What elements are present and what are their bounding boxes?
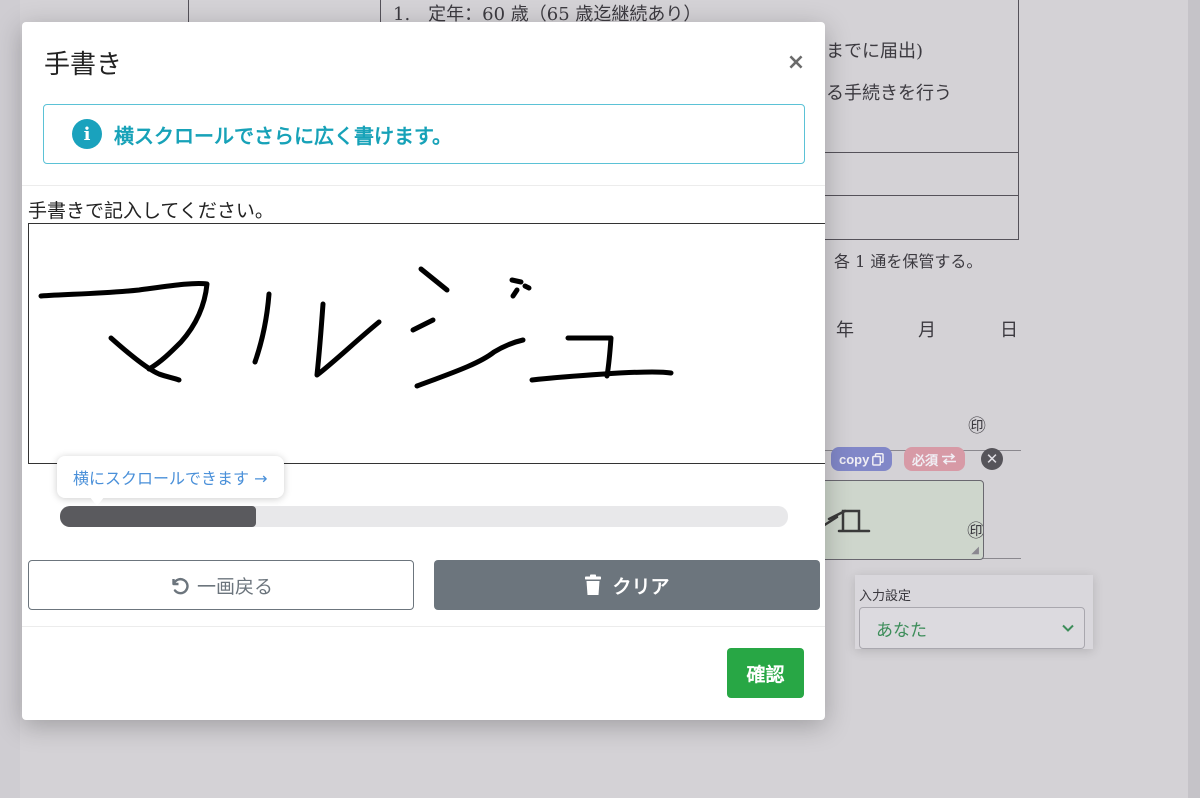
input-settings-panel: 入力設定 あなた — [855, 575, 1093, 649]
handwriting-modal: 手書き × i 横スクロールでさらに広く書けます。 手書きで記入してください。 — [22, 22, 825, 720]
clear-label: クリア — [612, 575, 670, 598]
copy-tag[interactable]: copy — [831, 447, 893, 471]
doc-table-line — [825, 152, 1019, 153]
close-icon[interactable]: × — [784, 50, 808, 75]
trash-icon — [585, 574, 602, 595]
doc-text-year: 年 — [836, 320, 854, 341]
doc-table-line — [825, 239, 1019, 240]
divider — [22, 626, 825, 627]
canvas-label: 手書きで記入してください。 — [28, 200, 274, 222]
signature-preview — [817, 497, 871, 533]
input-settings-select[interactable]: あなた — [859, 607, 1085, 649]
doc-text-notify: までに届出) — [826, 41, 924, 62]
handwriting-canvas[interactable] — [28, 223, 825, 464]
doc-table-line — [1018, 0, 1019, 240]
swap-icon — [942, 453, 957, 465]
undo-icon — [172, 577, 189, 595]
doc-text-day: 日 — [1000, 320, 1018, 341]
required-tag[interactable]: 必須 — [904, 447, 966, 471]
chevron-down-icon — [1062, 624, 1074, 632]
copy-icon — [872, 452, 885, 466]
signature-field[interactable]: ㊞ ◢ — [808, 480, 984, 560]
remove-field-icon[interactable]: ✕ — [981, 448, 1003, 470]
signature-seal-mark: ㊞ — [967, 521, 984, 542]
background-page-edge — [1188, 0, 1200, 798]
undo-stroke-button[interactable]: 一画戻る — [28, 560, 414, 610]
info-alert-text: 横スクロールでさらに広く書けます。 — [114, 123, 452, 148]
doc-text-keep-copy: 、各 1 通を保管する。 — [818, 252, 983, 271]
info-icon: i — [72, 119, 102, 149]
divider — [22, 185, 825, 186]
tooltip-arrow — [89, 496, 105, 506]
input-settings-value: あなた — [876, 620, 927, 640]
doc-text-procedure: る手続きを行う — [826, 83, 952, 104]
copy-tag-label: copy — [839, 451, 870, 467]
horizontal-scroll-thumb[interactable] — [60, 506, 256, 527]
clear-button[interactable]: クリア — [434, 560, 820, 610]
resize-grip-icon[interactable]: ◢ — [971, 545, 979, 556]
required-tag-label: 必須 — [912, 452, 939, 468]
input-settings-label: 入力設定 — [859, 588, 912, 603]
doc-table-line — [380, 0, 381, 22]
doc-table-line — [825, 195, 1019, 196]
doc-seal-mark: ㊞ — [968, 416, 986, 437]
confirm-button[interactable]: 確認 — [727, 648, 804, 698]
doc-text-month: 月 — [918, 320, 936, 341]
modal-title: 手書き — [44, 50, 123, 80]
undo-stroke-label: 一画戻る — [196, 575, 273, 598]
doc-table-line — [188, 0, 189, 22]
scroll-hint-tooltip: 横にスクロールできます → — [57, 456, 284, 498]
handwriting-strokes — [38, 266, 674, 389]
info-alert: i 横スクロールでさらに広く書けます。 — [43, 104, 805, 164]
